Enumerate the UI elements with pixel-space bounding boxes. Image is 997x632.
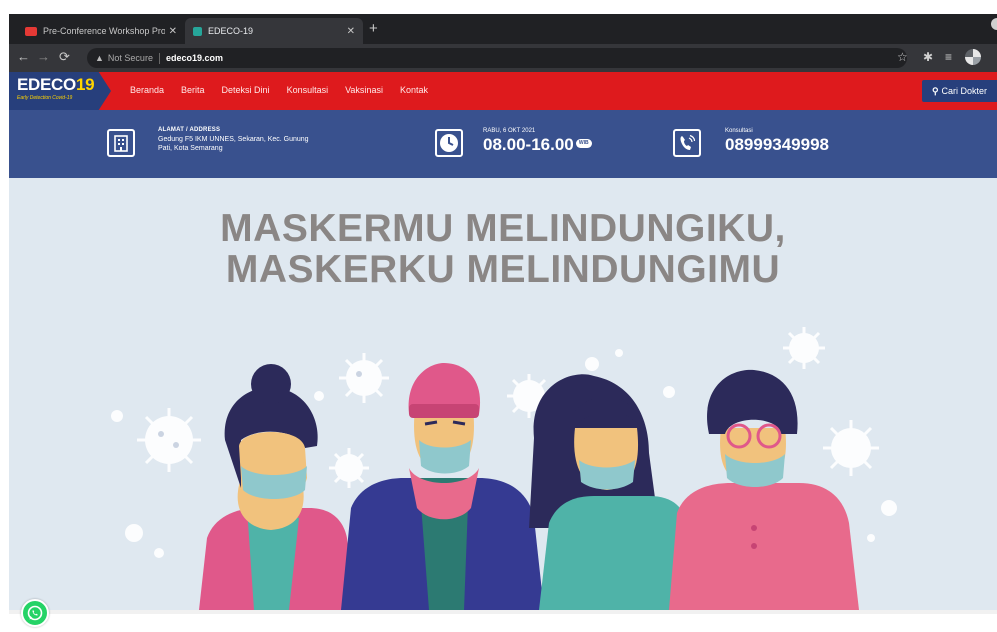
- new-tab-button[interactable]: +: [369, 20, 378, 37]
- whatsapp-icon: [27, 605, 43, 621]
- tab-strip: Pre-Conference Workshop Pro ✕ EDECO-19 ✕…: [9, 14, 997, 44]
- youtube-favicon-icon: [25, 26, 37, 36]
- hours-time: 08.00-16.00: [483, 135, 574, 154]
- timezone-badge: WIB: [575, 139, 592, 148]
- site-navbar: EDECO19 Early Detection Covid-19 Beranda…: [9, 72, 997, 110]
- reading-list-icon[interactable]: ≡: [945, 50, 952, 64]
- menu-berita[interactable]: Berita: [181, 85, 205, 95]
- search-icon: ⚲: [931, 85, 939, 96]
- whatsapp-chat-button[interactable]: [21, 599, 49, 627]
- phone-block: Konsultasi 08999349998: [725, 128, 829, 155]
- site-favicon-icon: [193, 26, 202, 36]
- cari-dokter-button[interactable]: ⚲ Cari Dokter: [922, 80, 997, 102]
- logo-number: 19: [75, 75, 95, 94]
- main-menu: Beranda Berita Deteksi Dini Konsultasi V…: [130, 85, 445, 95]
- menu-beranda[interactable]: Beranda: [130, 85, 164, 95]
- extension-puzzle-icon[interactable]: ✱: [923, 50, 933, 64]
- close-tab-icon[interactable]: ✕: [347, 26, 355, 37]
- address-label: ALAMAT / ADDRESS: [158, 127, 221, 133]
- close-tab-icon[interactable]: ✕: [169, 26, 177, 37]
- phone-number[interactable]: 08999349998: [725, 135, 829, 155]
- window-control-icon[interactable]: [991, 18, 997, 30]
- browser-toolbar: ← → ⟳ ▲ Not Secure edeco19.com ☆ ✱ ≡: [9, 44, 997, 72]
- logo-text: EDECO19: [17, 76, 111, 94]
- menu-vaksinasi[interactable]: Vaksinasi: [345, 85, 383, 95]
- logo-word: EDECO: [17, 75, 76, 94]
- page-footer-strip: [9, 610, 997, 614]
- building-icon: [107, 129, 135, 157]
- phone-icon: [673, 129, 701, 157]
- address-block: ALAMAT / ADDRESS Gedung F5 IKM UNNES, Se…: [158, 127, 309, 153]
- site-logo[interactable]: EDECO19 Early Detection Covid-19: [9, 72, 111, 110]
- address-line-1: Gedung F5 IKM UNNES, Sekaran, Kec. Gunun…: [158, 136, 309, 143]
- hours-date: RABU, 6 OKT 2021: [483, 128, 536, 134]
- bookmark-star-icon[interactable]: ☆: [897, 50, 908, 64]
- tab-workshop[interactable]: Pre-Conference Workshop Pro ✕: [17, 18, 185, 44]
- hero-banner: MASKERMU MELINDUNGIKU, MASKERKU MELINDUN…: [9, 178, 997, 610]
- browser-window: Pre-Conference Workshop Pro ✕ EDECO-19 ✕…: [9, 14, 997, 614]
- cari-dokter-label: Cari Dokter: [941, 86, 988, 96]
- hours-value: 08.00-16.00 WIB: [483, 135, 592, 155]
- url-text: edeco19.com: [165, 53, 223, 63]
- profile-avatar-icon[interactable]: [965, 49, 981, 65]
- menu-deteksi-dini[interactable]: Deteksi Dini: [222, 85, 270, 95]
- divider: [158, 52, 160, 64]
- clock-icon: [435, 129, 463, 157]
- security-label: Not Secure: [107, 53, 153, 63]
- person-1: [199, 364, 354, 610]
- menu-konsultasi[interactable]: Konsultasi: [287, 85, 329, 95]
- warning-triangle-icon: ▲: [95, 53, 104, 63]
- tab-title: EDECO-19: [208, 26, 254, 36]
- hours-block: RABU, 6 OKT 2021 08.00-16.00 WIB: [483, 128, 592, 155]
- reload-icon[interactable]: ⟳: [59, 50, 70, 64]
- menu-kontak[interactable]: Kontak: [400, 85, 428, 95]
- address-bar[interactable]: ▲ Not Secure edeco19.com: [87, 48, 907, 68]
- back-arrow-icon[interactable]: ←: [17, 50, 30, 64]
- person-4: [669, 369, 859, 610]
- address-line-2: Pati, Kota Semarang: [158, 145, 223, 152]
- phone-label: Konsultasi: [725, 128, 753, 134]
- logo-tagline: Early Detection Covid-19: [17, 95, 73, 101]
- tab-title: Pre-Conference Workshop Pro: [43, 26, 165, 36]
- masked-people-illustration: [111, 327, 897, 610]
- tab-edeco[interactable]: EDECO-19 ✕: [185, 18, 363, 44]
- info-bar: ALAMAT / ADDRESS Gedung F5 IKM UNNES, Se…: [9, 110, 997, 178]
- forward-arrow-icon[interactable]: →: [37, 50, 50, 64]
